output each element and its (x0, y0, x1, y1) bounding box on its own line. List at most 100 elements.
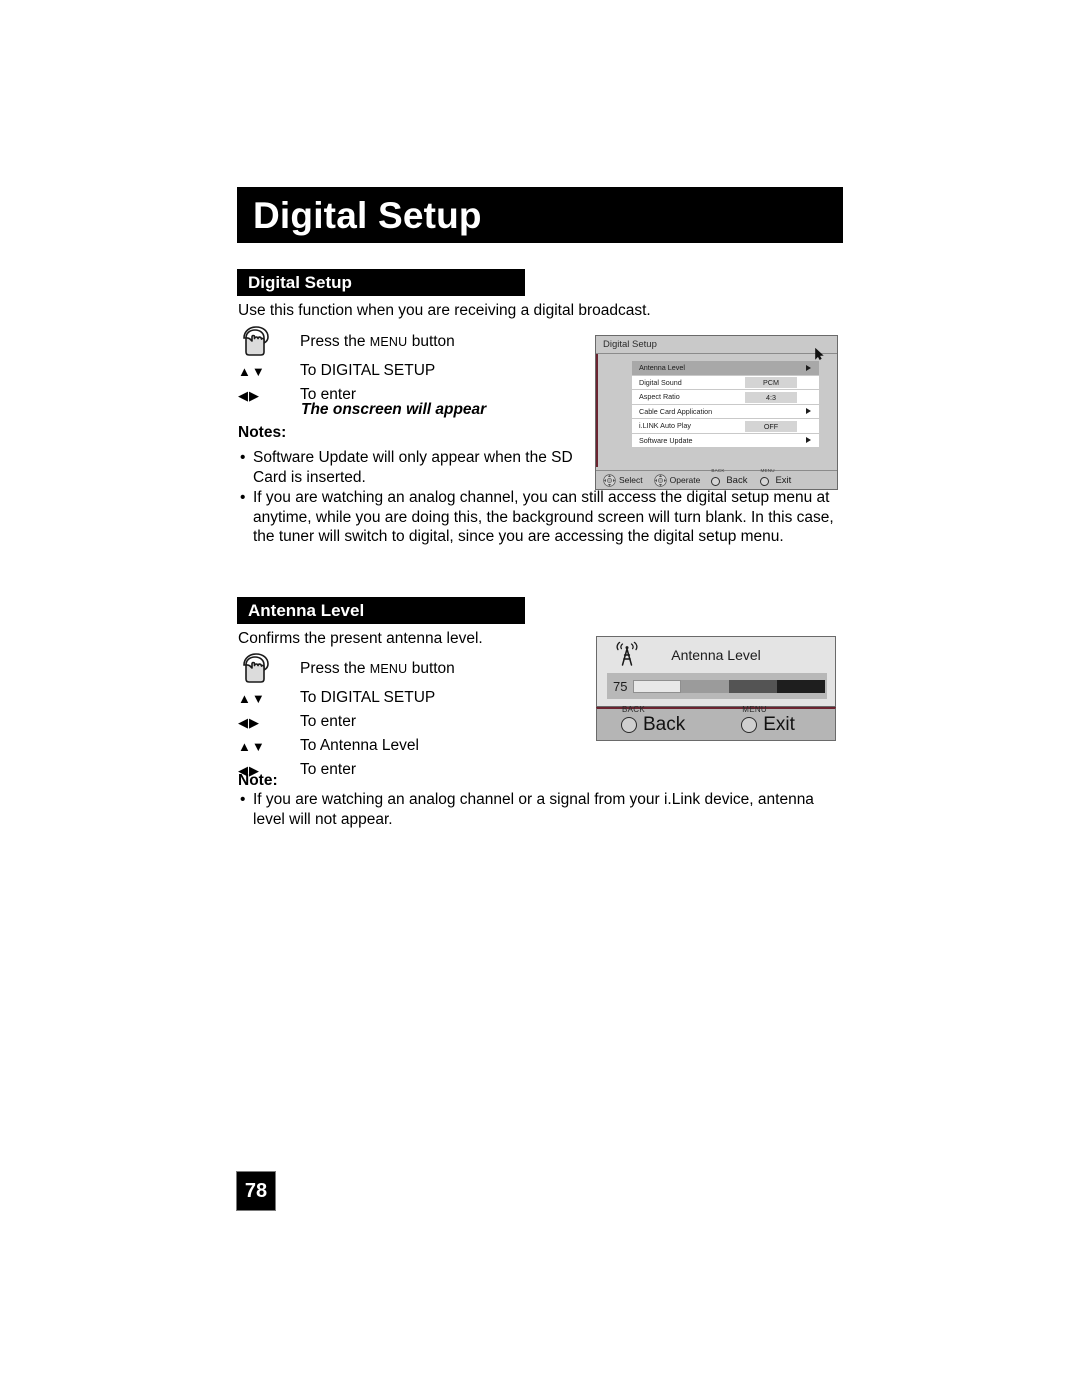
osd-footer-exit-hint: MENU (760, 467, 775, 473)
step-label-press-menu: Press the MENU button (300, 333, 455, 350)
section-header-label: Digital Setup (248, 273, 352, 292)
circle-button-icon (711, 476, 721, 486)
osd-digital-setup-menu: Digital Setup Antenna Level Digital Soun… (595, 335, 838, 490)
osd-menu-item-ilink-auto-play[interactable]: i.LINK Auto Play OFF (632, 419, 819, 434)
osd-menu-item-label: i.LINK Auto Play (639, 421, 691, 431)
note-text: Software Update will only appear when th… (253, 449, 573, 486)
osd-footer-label: Operate (669, 475, 701, 485)
hand-press-icon (238, 652, 300, 684)
bullet-glyph: • (240, 449, 246, 466)
level-segment (633, 679, 682, 693)
note-item: • If you are watching an analog channel,… (240, 488, 848, 547)
step-row-to-enter: ◀▶ To enter (238, 710, 455, 734)
osd-menu-item-label: Cable Card Application (639, 406, 713, 416)
step-row-to-digital-setup: ▲▼ To DIGITAL SETUP (238, 686, 455, 710)
osd-footer-exit[interactable]: MENU Exit (760, 468, 792, 486)
bullet-glyph: • (240, 791, 246, 808)
osd-menu-item-label: Aspect Ratio (639, 392, 680, 402)
osd-menu-item-value: 4:3 (745, 391, 797, 403)
section-intro-digital-setup: Use this function when you are receiving… (238, 302, 651, 319)
left-right-arrows-icon: ◀▶ (238, 387, 260, 403)
page-title: Digital Setup (253, 194, 482, 236)
osd-accent-line (596, 354, 598, 467)
osd-menu-title-row: Digital Setup (596, 336, 837, 354)
osd-menu-item-aspect-ratio[interactable]: Aspect Ratio 4:3 (632, 390, 819, 405)
steps-list-digital-setup: Press the MENU button ▲▼ To DIGITAL SETU… (238, 325, 455, 407)
circle-button-icon (741, 716, 758, 733)
osd-footer-label: Back (726, 474, 748, 486)
circle-button-icon (760, 476, 770, 486)
osd-menu-rows: Antenna Level Digital Sound PCM Aspect R… (596, 354, 837, 448)
step-label-to-digital-setup: To DIGITAL SETUP (300, 689, 436, 706)
osd-menu-item-antenna-level[interactable]: Antenna Level (632, 361, 819, 376)
step-label-to-enter: To enter (300, 713, 357, 730)
chevron-right-icon (806, 408, 811, 415)
osd-footer-operate[interactable]: Operate (653, 473, 701, 487)
chevron-right-icon (806, 437, 811, 444)
section-intro-antenna-level: Confirms the present antenna level. (238, 630, 483, 647)
osd-footer-back-hint: BACK (711, 467, 725, 473)
page-number: 78 (244, 1179, 268, 1202)
osd-antenna-exit-button[interactable]: MENU Exit (741, 705, 795, 736)
step-row-to-digital-setup: ▲▼ To DIGITAL SETUP (238, 359, 455, 383)
osd-antenna-level-display: Antenna Level 75 (596, 636, 836, 707)
osd-antenna-back-label: Back (643, 713, 686, 735)
osd-menu-item-software-update[interactable]: Software Update (632, 433, 819, 448)
up-down-arrows-icon: ▲▼ (238, 690, 266, 706)
antenna-level-value: 75 (613, 678, 628, 694)
osd-menu-item-digital-sound[interactable]: Digital Sound PCM (632, 375, 819, 390)
dpad-icon (653, 473, 667, 487)
osd-menu-item-value: PCM (745, 377, 797, 388)
osd-footer-back[interactable]: BACK Back (711, 468, 748, 486)
onscreen-will-appear-note: The onscreen will appear (301, 401, 487, 418)
osd-footer-label: Select (619, 475, 643, 485)
step-label-press-menu: Press the MENU button (300, 660, 455, 677)
osd-antenna-top: Antenna Level (597, 637, 835, 673)
left-right-arrows-icon: ◀▶ (238, 714, 260, 730)
steps-list-antenna-level: Press the MENU button ▲▼ To DIGITAL SETU… (238, 652, 455, 782)
note-item: • Software Update will only appear when … (240, 448, 585, 487)
step-label-to-antenna-level: To Antenna Level (300, 737, 419, 754)
hand-press-icon (238, 325, 300, 357)
osd-menu-item-label: Software Update (639, 435, 693, 445)
section-header-label: Antenna Level (248, 601, 365, 620)
page-title-banner: Digital Setup (237, 187, 843, 243)
osd-menu-item-value: OFF (745, 420, 797, 432)
step-row-press-menu: Press the MENU button (238, 652, 455, 686)
notes-heading-digital-setup: Notes: (238, 424, 287, 441)
osd-menu-footer: Select Operate BACK Back MENU Exit (596, 468, 837, 489)
osd-menu-item-cable-card-application[interactable]: Cable Card Application (632, 404, 819, 419)
osd-footer-label: Exit (775, 474, 792, 486)
osd-menu-title: Digital Setup (603, 339, 657, 350)
osd-footer-select[interactable]: Select (603, 473, 643, 487)
up-down-arrows-icon: ▲▼ (238, 738, 266, 754)
up-down-arrows-icon: ▲▼ (238, 363, 266, 379)
step-label-to-enter-2: To enter (300, 761, 357, 778)
note-text: If you are watching an analog channel, y… (253, 489, 834, 545)
osd-menu-item-label: Digital Sound (639, 377, 682, 387)
section-header-digital-setup: Digital Setup (237, 269, 525, 296)
osd-antenna-exit-label: Exit (763, 713, 795, 735)
page-number-badge: 78 (236, 1171, 276, 1211)
antenna-level-bar (633, 679, 826, 693)
dpad-icon (603, 473, 616, 487)
osd-antenna-footer: BACK Back MENU Exit (596, 705, 836, 741)
bullet-glyph: • (240, 489, 246, 506)
osd-menu-item-label: Antenna Level (639, 363, 685, 373)
step-label-to-digital-setup: To DIGITAL SETUP (300, 362, 436, 379)
osd-antenna-title: Antenna Level (671, 647, 761, 663)
note-item: • If you are watching an analog channel … (240, 790, 832, 829)
chevron-right-icon (806, 364, 811, 371)
osd-antenna-back-button[interactable]: BACK Back (621, 705, 686, 736)
step-row-press-menu: Press the MENU button (238, 325, 455, 359)
osd-antenna-back-hint: BACK (622, 704, 645, 714)
note-text: If you are watching an analog channel or… (253, 791, 814, 828)
step-row-to-antenna-level: ▲▼ To Antenna Level (238, 734, 455, 758)
circle-button-icon (621, 716, 637, 733)
antenna-level-meter: 75 (607, 673, 827, 699)
notes-heading-antenna-level: Note: (238, 772, 278, 789)
level-segment (681, 679, 730, 693)
level-segment (729, 679, 778, 693)
section-header-antenna-level: Antenna Level (237, 597, 525, 624)
osd-antenna-exit-hint: MENU (742, 704, 768, 714)
